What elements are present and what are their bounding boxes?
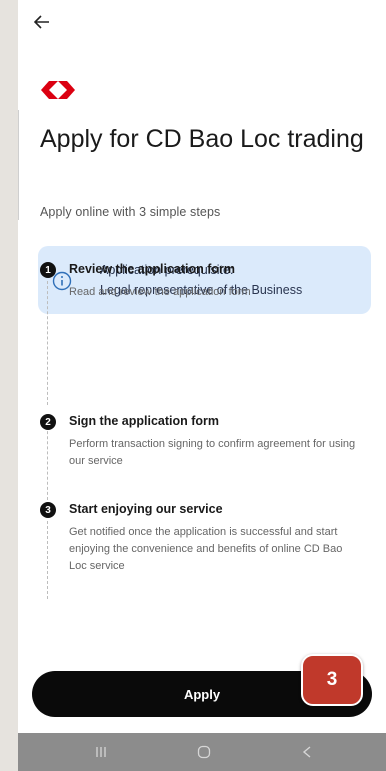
android-nav-bar (18, 733, 386, 771)
step-number: 2 (40, 414, 56, 430)
prerequisite-card: Application prerequisite: Legal represen… (38, 246, 371, 314)
home-icon (197, 745, 211, 759)
apply-button-label: Apply (183, 686, 221, 702)
step-connector (47, 521, 48, 599)
recents-button[interactable] (90, 742, 112, 762)
nav-back-button[interactable] (296, 742, 318, 762)
step-connector (47, 421, 48, 505)
step-description: Read and review the application form (69, 286, 251, 298)
step-number: 1 (40, 262, 56, 278)
step-description: Perform transaction signing to confirm a… (69, 438, 356, 467)
screen-edge-divider (18, 110, 19, 220)
step-connector (47, 281, 48, 405)
step-description: Get notified once the application is suc… (69, 526, 343, 572)
phone-screen: Apply for CD Bao Loc trading Apply onlin… (18, 0, 386, 771)
step-number: 3 (40, 502, 56, 518)
back-button[interactable] (30, 10, 54, 34)
page-subtitle: Apply online with 3 simple steps (40, 205, 221, 219)
page-title: Apply for CD Bao Loc trading (40, 125, 364, 153)
recents-icon (96, 747, 106, 757)
arrow-left-icon (34, 15, 49, 29)
annotation-badge: 3 (301, 654, 363, 706)
step-title: Sign the application form (69, 414, 220, 428)
home-button[interactable] (193, 742, 215, 762)
nav-back-icon (302, 746, 311, 758)
step-title: Start enjoying our service (69, 502, 223, 516)
step-title: Review the application form (69, 262, 236, 276)
hsbc-hexagon-logo (41, 81, 75, 99)
